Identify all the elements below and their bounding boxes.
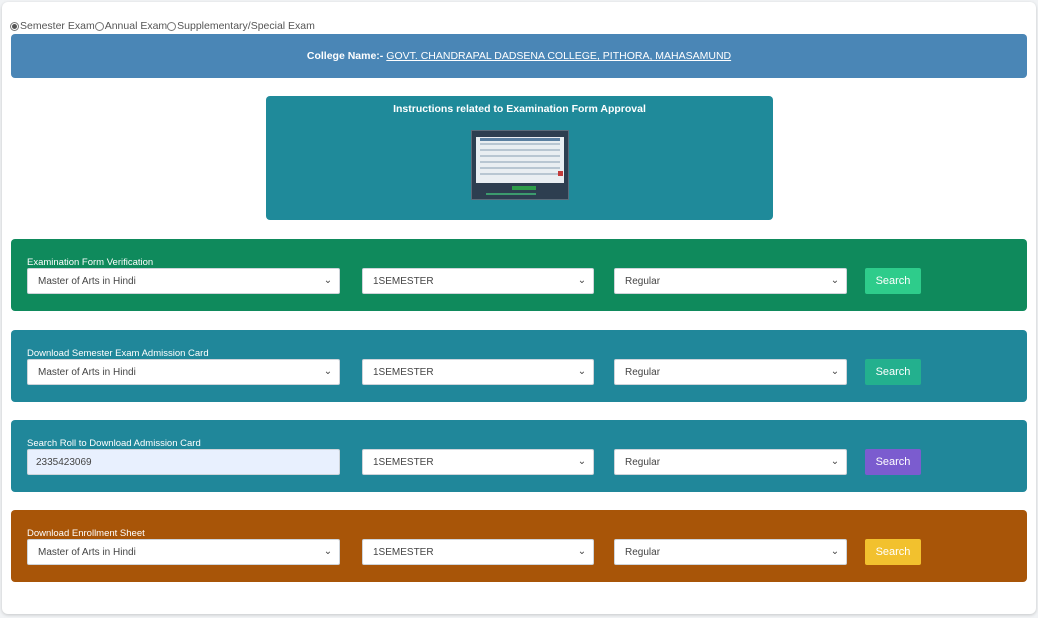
chevron-down-icon: ⌄	[577, 366, 587, 377]
radio-label: Semester Exam	[20, 20, 95, 32]
college-name-bar: College Name:- GOVT. CHANDRAPAL DADSENA …	[11, 34, 1027, 78]
thumbnail-row	[480, 167, 560, 169]
radio-label: Supplementary/Special Exam	[177, 20, 315, 32]
panel-label: Download Semester Exam Admission Card	[27, 348, 209, 359]
thumbnail-marker	[558, 171, 563, 176]
panel-label: Search Roll to Download Admission Card	[27, 438, 201, 449]
thumbnail-row	[480, 173, 560, 175]
semester-select-value: 1SEMESTER	[373, 546, 434, 558]
exam-type-select-value: Regular	[625, 456, 661, 468]
chevron-down-icon: ⌄	[830, 275, 840, 286]
panel-label: Examination Form Verification	[27, 257, 154, 268]
panel-label: Download Enrollment Sheet	[27, 528, 145, 539]
semester-select[interactable]: 1SEMESTER ⌄	[362, 539, 594, 565]
course-select-value: Master of Arts in Hindi	[38, 275, 136, 287]
chevron-down-icon: ⌄	[323, 366, 333, 377]
thumbnail-footer	[486, 193, 536, 195]
chevron-down-icon: ⌄	[577, 546, 587, 557]
thumbnail-row	[480, 161, 560, 163]
college-name-link[interactable]: GOVT. CHANDRAPAL DADSENA COLLEGE, PITHOR…	[386, 50, 731, 62]
roll-search-panel: Search Roll to Download Admission Card 2…	[11, 420, 1027, 492]
roll-number-input[interactable]: 2335423069	[27, 449, 340, 475]
exam-type-select-value: Regular	[625, 275, 661, 287]
radio-checked-icon[interactable]	[10, 21, 19, 31]
admission-card-download-panel: Download Semester Exam Admission Card Ma…	[11, 330, 1027, 402]
chevron-down-icon: ⌄	[830, 456, 840, 467]
course-select-value: Master of Arts in Hindi	[38, 366, 136, 378]
instructions-box: Instructions related to Examination Form…	[266, 96, 773, 220]
chevron-down-icon: ⌄	[323, 275, 333, 286]
search-button[interactable]: Search	[865, 268, 921, 294]
radio-semester-exam[interactable]: Semester Exam	[10, 20, 95, 32]
instructions-title: Instructions related to Examination Form…	[393, 103, 646, 115]
search-button[interactable]: Search	[865, 359, 921, 385]
semester-select[interactable]: 1SEMESTER ⌄	[362, 359, 594, 385]
radio-supplementary-exam[interactable]: Supplementary/Special Exam	[167, 20, 315, 32]
course-select[interactable]: Master of Arts in Hindi ⌄	[27, 539, 340, 565]
main-card: Semester Exam Annual Exam Supplementary/…	[2, 2, 1036, 614]
exam-type-select[interactable]: Regular ⌄	[614, 268, 847, 294]
thumbnail-header	[480, 138, 560, 141]
search-button[interactable]: Search	[865, 539, 921, 565]
exam-form-verification-panel: Examination Form Verification Master of …	[11, 239, 1027, 311]
instructions-thumbnail-image[interactable]	[471, 130, 569, 200]
exam-type-select-value: Regular	[625, 366, 661, 378]
semester-select-value: 1SEMESTER	[373, 275, 434, 287]
semester-select[interactable]: 1SEMESTER ⌄	[362, 449, 594, 475]
radio-unchecked-icon[interactable]	[167, 21, 177, 31]
thumbnail-buttons	[512, 186, 536, 190]
thumbnail-sheet	[476, 137, 564, 183]
radio-unchecked-icon[interactable]	[94, 21, 104, 31]
exam-type-selector: Semester Exam Annual Exam Supplementary/…	[10, 19, 315, 33]
exam-type-select[interactable]: Regular ⌄	[614, 539, 847, 565]
radio-label: Annual Exam	[104, 20, 168, 32]
semester-select-value: 1SEMESTER	[373, 366, 434, 378]
chevron-down-icon: ⌄	[577, 275, 587, 286]
course-select-value: Master of Arts in Hindi	[38, 546, 136, 558]
chevron-down-icon: ⌄	[323, 546, 333, 557]
thumbnail-row	[480, 143, 560, 145]
course-select[interactable]: Master of Arts in Hindi ⌄	[27, 268, 340, 294]
semester-select[interactable]: 1SEMESTER ⌄	[362, 268, 594, 294]
course-select[interactable]: Master of Arts in Hindi ⌄	[27, 359, 340, 385]
roll-number-value: 2335423069	[36, 456, 92, 468]
semester-select-value: 1SEMESTER	[373, 456, 434, 468]
thumbnail-row	[480, 149, 560, 151]
enrollment-sheet-panel: Download Enrollment Sheet Master of Arts…	[11, 510, 1027, 582]
exam-type-select[interactable]: Regular ⌄	[614, 359, 847, 385]
thumbnail-row	[480, 155, 560, 157]
exam-type-select[interactable]: Regular ⌄	[614, 449, 847, 475]
search-button[interactable]: Search	[865, 449, 921, 475]
chevron-down-icon: ⌄	[830, 546, 840, 557]
chevron-down-icon: ⌄	[577, 456, 587, 467]
college-name-prefix: College Name:-	[306, 50, 384, 62]
chevron-down-icon: ⌄	[830, 366, 840, 377]
radio-annual-exam[interactable]: Annual Exam	[94, 20, 168, 32]
exam-type-select-value: Regular	[625, 546, 661, 558]
